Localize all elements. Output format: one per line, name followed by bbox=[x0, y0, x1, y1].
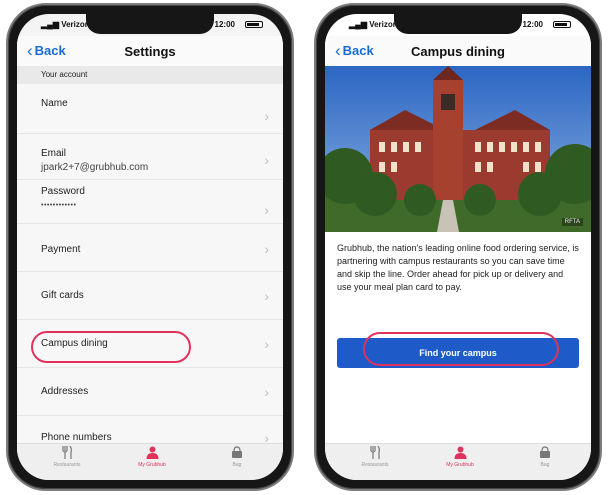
tab-label: My Grubhub bbox=[138, 462, 166, 468]
row-label: Gift cards bbox=[41, 290, 84, 301]
section-header: Your account bbox=[17, 66, 283, 84]
status-time: 12:00 bbox=[522, 20, 543, 29]
tab-bag[interactable]: Bag bbox=[197, 446, 277, 468]
phone-frame-campus-dining: ▂▄▆ Verizon 12:00 ‹ Back Campus dining R… bbox=[314, 3, 602, 491]
chevron-right-icon: › bbox=[264, 152, 269, 168]
signal-icon: ▂▄▆ bbox=[41, 20, 62, 29]
carrier-label: ▂▄▆ Verizon bbox=[349, 20, 398, 29]
image-credit: RFTA bbox=[561, 218, 583, 226]
campus-description: Grubhub, the nation's leading online foo… bbox=[337, 243, 579, 292]
email-value: jpark2+7@grubhub.com bbox=[41, 162, 149, 173]
row-label: Email bbox=[41, 148, 67, 159]
settings-row-email[interactable]: Email jpark2+7@grubhub.com › bbox=[17, 134, 283, 180]
settings-screen: ▂▄▆ Verizon 12:00 ‹ Back Settings Your a… bbox=[17, 14, 283, 480]
row-label: Addresses bbox=[41, 386, 89, 397]
chevron-right-icon: › bbox=[264, 336, 269, 352]
settings-row-password[interactable]: Password •••••••••••• › bbox=[17, 180, 283, 224]
campus-hero-image: RFTA bbox=[325, 66, 591, 232]
fork-knife-icon bbox=[62, 446, 72, 459]
chevron-right-icon: › bbox=[264, 202, 269, 218]
tab-label: My Grubhub bbox=[446, 462, 474, 468]
settings-row-addresses[interactable]: Addresses › bbox=[17, 368, 283, 416]
tab-bar: Restaurants My Grubhub Bag bbox=[325, 443, 591, 480]
nav-bar: ‹ Back Campus dining bbox=[325, 36, 591, 66]
battery-icon bbox=[245, 21, 263, 28]
fork-knife-icon bbox=[370, 446, 380, 459]
highlight-annotation bbox=[31, 331, 191, 363]
settings-row-payment[interactable]: Payment › bbox=[17, 224, 283, 272]
chevron-right-icon: › bbox=[264, 108, 269, 124]
battery-icon bbox=[553, 21, 571, 28]
bag-icon bbox=[232, 446, 242, 458]
person-icon bbox=[454, 446, 466, 459]
highlight-annotation bbox=[363, 332, 559, 366]
phone-notch bbox=[86, 14, 214, 34]
bag-icon bbox=[540, 446, 550, 458]
tab-label: Bag bbox=[540, 462, 550, 468]
phone-notch bbox=[394, 14, 522, 34]
row-label: Name bbox=[41, 98, 68, 109]
settings-row-name[interactable]: Name › bbox=[17, 84, 283, 134]
nav-bar: ‹ Back Settings bbox=[17, 36, 283, 66]
signal-icon: ▂▄▆ bbox=[349, 20, 370, 29]
tab-label: Restaurants bbox=[361, 462, 389, 468]
tab-restaurants[interactable]: Restaurants bbox=[27, 446, 107, 468]
carrier-label: ▂▄▆ Verizon bbox=[41, 20, 90, 29]
person-icon bbox=[146, 446, 158, 459]
campus-building-illustration bbox=[325, 66, 591, 232]
phone-frame-settings: ▂▄▆ Verizon 12:00 ‹ Back Settings Your a… bbox=[6, 3, 294, 491]
password-value: •••••••••••• bbox=[41, 202, 77, 209]
chevron-right-icon: › bbox=[264, 241, 269, 257]
tab-my-grubhub[interactable]: My Grubhub bbox=[420, 446, 500, 468]
chevron-right-icon: › bbox=[264, 288, 269, 304]
row-label: Password bbox=[41, 186, 85, 197]
tab-label: Bag bbox=[232, 462, 242, 468]
tab-bar: Restaurants My Grubhub Bag bbox=[17, 443, 283, 480]
page-title: Campus dining bbox=[411, 44, 505, 59]
page-title: Settings bbox=[124, 44, 176, 59]
status-time: 12:00 bbox=[214, 20, 235, 29]
tab-my-grubhub[interactable]: My Grubhub bbox=[112, 446, 192, 468]
tab-restaurants[interactable]: Restaurants bbox=[335, 446, 415, 468]
settings-row-gift-cards[interactable]: Gift cards › bbox=[17, 272, 283, 320]
row-label: Payment bbox=[41, 244, 81, 255]
campus-dining-screen: ▂▄▆ Verizon 12:00 ‹ Back Campus dining R… bbox=[325, 14, 591, 480]
chevron-right-icon: › bbox=[264, 384, 269, 400]
tab-label: Restaurants bbox=[53, 462, 81, 468]
tab-bag[interactable]: Bag bbox=[505, 446, 585, 468]
row-label: Phone numbers bbox=[41, 432, 112, 443]
